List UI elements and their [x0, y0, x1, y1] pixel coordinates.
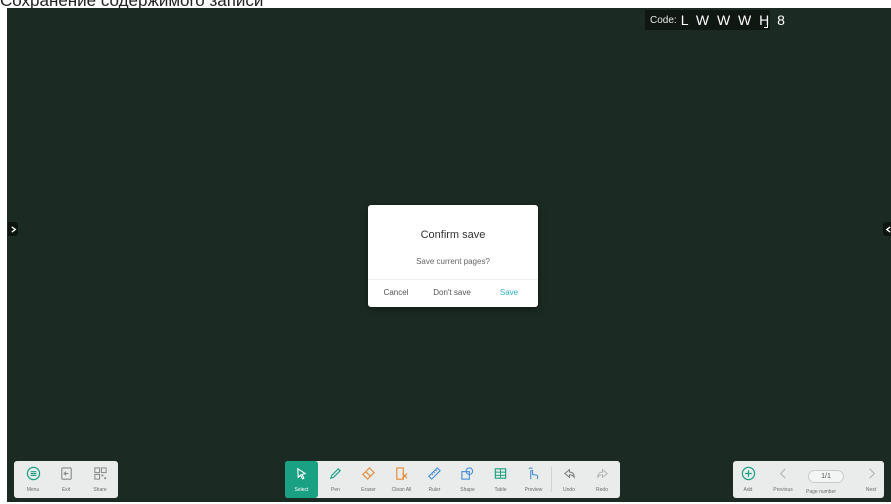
page-number-field[interactable]: 1/1: [808, 470, 844, 483]
page-number-label: Page number: [806, 489, 837, 495]
code-value: L W W W H 8: [680, 12, 787, 28]
previous-page-button[interactable]: Previous: [768, 461, 798, 498]
ruler-tool-button[interactable]: Ruler: [419, 461, 450, 498]
main-toolbar: Select Pen Eraser Clean All Ruler Shape …: [285, 461, 620, 498]
menu-label: Menu: [26, 487, 40, 493]
room-code-badge: Code: L W W W H 8: [645, 10, 785, 30]
undo-label: Undo: [563, 487, 575, 493]
clean-all-icon: [396, 467, 408, 480]
undo-icon: [563, 468, 575, 479]
confirm-save-dialog: Confirm save Save current pages? Cancel …: [368, 205, 538, 307]
expand-right-button[interactable]: [883, 222, 891, 236]
toolbar-divider: [551, 467, 552, 492]
menu-icon: [26, 466, 40, 481]
select-label: Select: [294, 487, 309, 493]
table-icon: [494, 468, 507, 479]
add-label: Add: [743, 487, 753, 493]
undo-button[interactable]: Undo: [553, 461, 585, 498]
add-page-button[interactable]: Add: [736, 461, 760, 498]
chevron-right-icon: [868, 468, 875, 479]
clean-all-button[interactable]: Clean All: [386, 461, 417, 498]
redo-button[interactable]: Redo: [586, 461, 618, 498]
pen-icon: [329, 468, 341, 480]
pen-label: Pen: [331, 487, 340, 493]
select-tool-button[interactable]: Select: [285, 461, 318, 498]
dont-save-button[interactable]: Don't save: [426, 280, 478, 306]
redo-label: Redo: [596, 487, 608, 493]
expand-left-button[interactable]: [8, 222, 18, 236]
exit-icon: [60, 467, 72, 480]
table-tool-button[interactable]: Table: [485, 461, 516, 498]
cancel-button[interactable]: Cancel: [374, 280, 418, 306]
exit-label: Exit: [61, 487, 71, 493]
page-toolbar: Add Previous 1/1 Page number Next: [733, 461, 884, 498]
save-button[interactable]: Save: [486, 280, 532, 306]
preview-button[interactable]: Preview: [518, 461, 549, 498]
table-label: Table: [494, 487, 507, 493]
ruler-label: Ruler: [428, 487, 441, 493]
shape-tool-button[interactable]: Shape: [452, 461, 483, 498]
preview-icon: [528, 467, 539, 480]
previous-label: Previous: [773, 487, 793, 493]
shape-label: Shape: [460, 487, 475, 493]
next-page-button[interactable]: Next: [859, 461, 883, 498]
select-cursor-icon: [297, 467, 307, 480]
redo-icon: [596, 468, 608, 479]
next-label: Next: [865, 487, 877, 493]
pen-tool-button[interactable]: Pen: [320, 461, 351, 498]
shape-icon: [461, 467, 474, 480]
dialog-title: Confirm save: [420, 229, 486, 241]
code-label: Code:: [650, 14, 677, 26]
chevron-left-icon: [779, 468, 786, 479]
menu-button[interactable]: Menu: [19, 461, 47, 498]
eraser-icon: [362, 467, 375, 480]
share-label: Share: [93, 487, 107, 493]
exit-button[interactable]: Exit: [52, 461, 80, 498]
qr-share-icon: [93, 467, 107, 480]
clean-all-label: Clean All: [391, 487, 412, 493]
preview-label: Preview: [524, 487, 543, 493]
add-page-icon: [741, 466, 755, 481]
ruler-icon: [428, 467, 441, 480]
chevron-left-icon: [885, 225, 891, 233]
corner-mark-icon: [764, 24, 768, 28]
dialog-message: Save current pages?: [416, 257, 490, 266]
share-button[interactable]: Share: [86, 461, 114, 498]
chevron-right-icon: [10, 225, 16, 233]
eraser-label: Eraser: [361, 487, 376, 493]
left-toolbar: Menu Exit Share: [14, 461, 118, 498]
eraser-tool-button[interactable]: Eraser: [353, 461, 384, 498]
